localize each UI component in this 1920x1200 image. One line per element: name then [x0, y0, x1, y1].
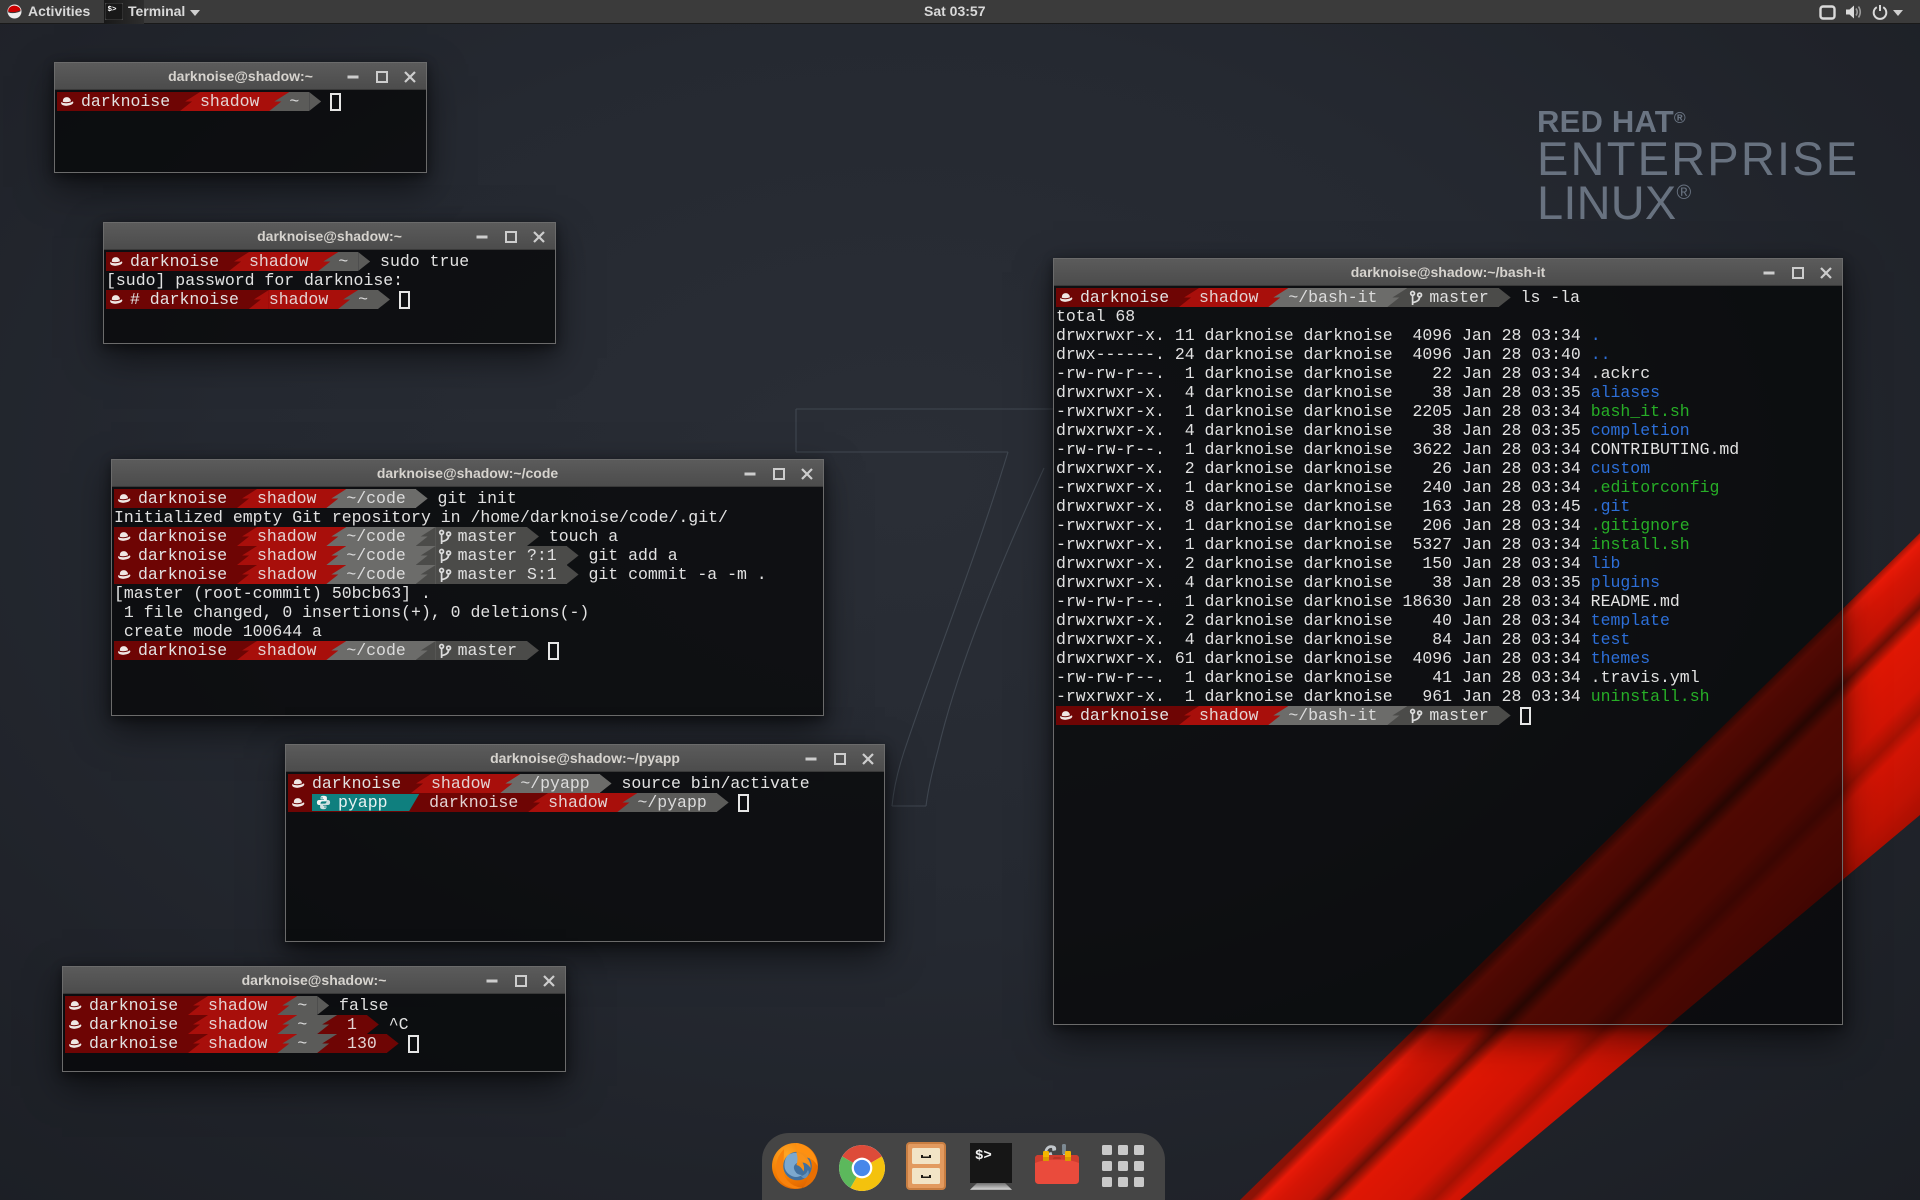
- svg-text:$>: $>: [108, 6, 118, 14]
- svg-text:$>: $>: [975, 1148, 992, 1164]
